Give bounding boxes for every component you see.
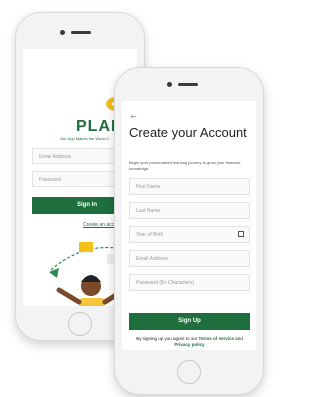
page-subtitle: Begin your personalized learning journey…: [129, 160, 241, 171]
back-arrow-icon[interactable]: ←: [129, 110, 138, 120]
terms-prefix: By signing up you agree to our: [136, 336, 198, 341]
home-button[interactable]: [177, 360, 201, 384]
terms-link[interactable]: Terms of service: [199, 336, 234, 341]
password-field[interactable]: Password (8+ Characters): [129, 274, 250, 291]
email-placeholder: Email Address: [136, 256, 168, 262]
privacy-link[interactable]: Privacy policy: [174, 342, 204, 347]
signup-screen: ← Create your Account Begin your persona…: [122, 101, 256, 350]
last-name-field[interactable]: Last Name: [129, 202, 250, 219]
last-name-placeholder: Last Name: [136, 208, 161, 214]
password-placeholder: Password (8+ Characters): [136, 280, 195, 286]
year-of-birth-placeholder: Year of Birth: [136, 232, 164, 238]
year-of-birth-field[interactable]: Year of Birth: [129, 226, 250, 243]
email-field[interactable]: Email Address: [129, 250, 250, 267]
camera-icon: [167, 82, 172, 87]
phone-topbar: [16, 13, 144, 53]
brand-tagline: Our App Makes the World C: [60, 136, 110, 141]
speaker-icon: [178, 83, 198, 86]
signup-phone: ← Create your Account Begin your persona…: [114, 67, 264, 395]
calendar-icon[interactable]: [238, 231, 244, 237]
first-name-field[interactable]: First Name: [129, 178, 250, 195]
page-title: Create your Account: [129, 125, 247, 140]
terms-text: By signing up you agree to our Terms of …: [129, 336, 250, 348]
signup-button[interactable]: Sign Up: [129, 313, 250, 330]
speaker-icon: [71, 31, 91, 34]
terms-and: and: [235, 336, 243, 341]
home-button[interactable]: [68, 312, 92, 336]
first-name-placeholder: First Name: [136, 184, 161, 190]
camera-icon: [60, 30, 65, 35]
